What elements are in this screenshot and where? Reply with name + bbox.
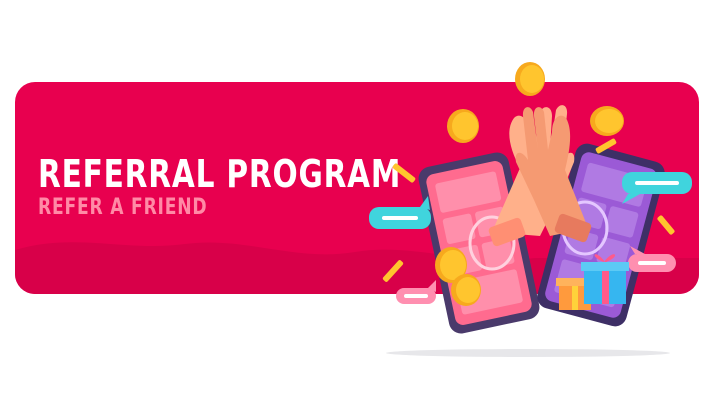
ground-shadow (386, 349, 670, 357)
referral-illustration (369, 62, 692, 357)
